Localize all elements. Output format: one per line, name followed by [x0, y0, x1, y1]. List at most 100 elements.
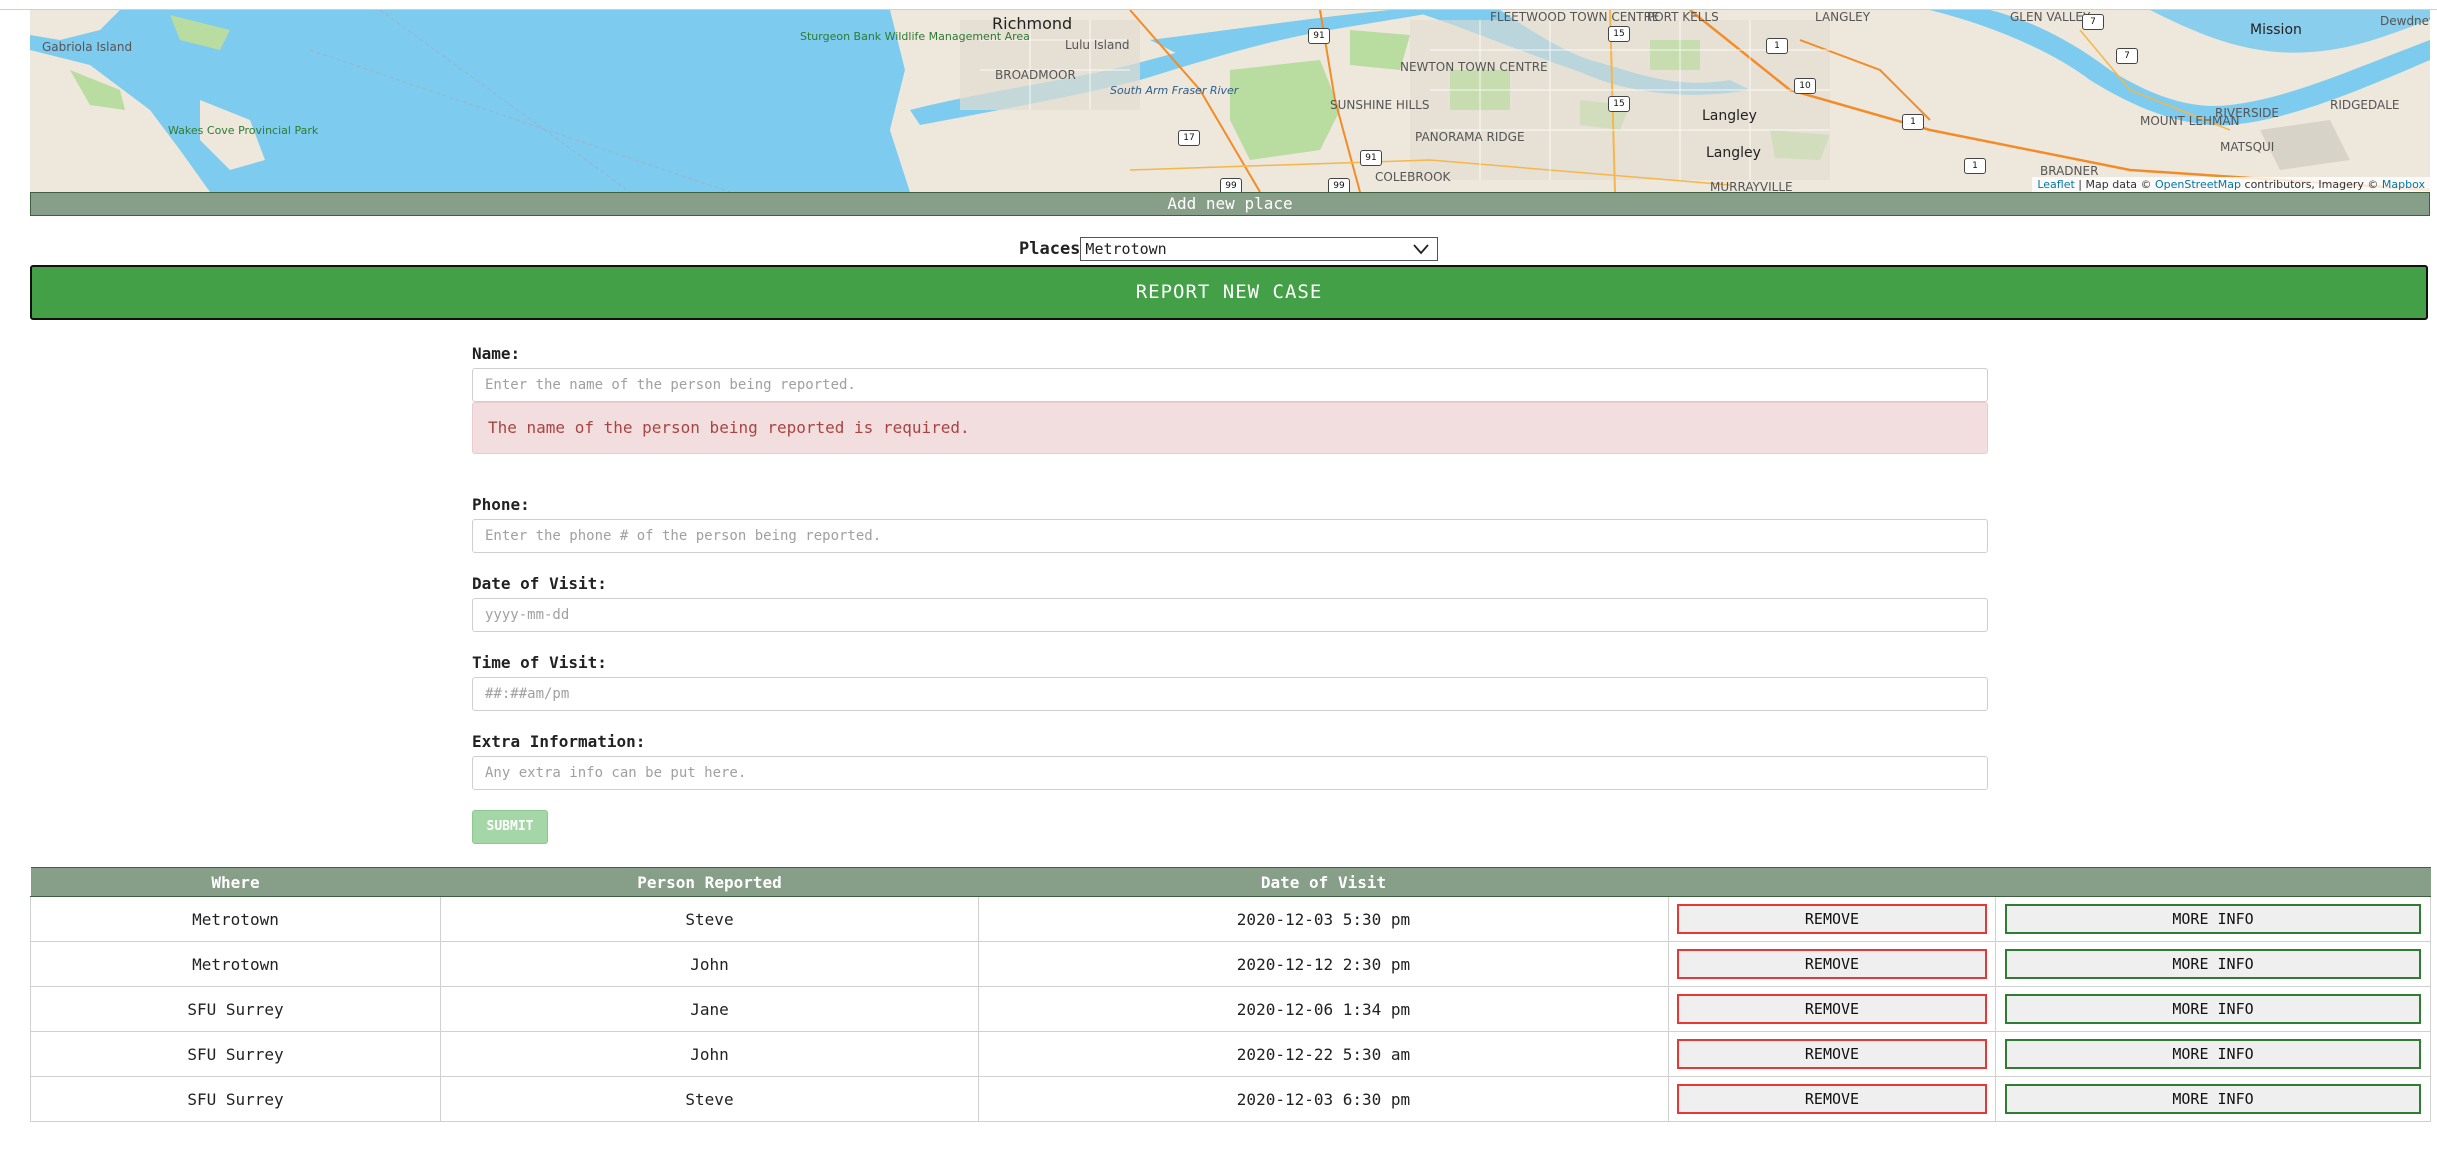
remove-button[interactable]: REMOVE — [1677, 949, 1987, 979]
cell-person: Jane — [440, 986, 979, 1032]
cell-person: John — [440, 941, 979, 987]
time-input[interactable] — [472, 677, 1988, 711]
table-row: Metrotown Steve 2020-12-03 5:30 pm REMOV… — [30, 896, 2431, 942]
places-select[interactable]: Metrotown — [1080, 237, 1439, 261]
cell-remove: REMOVE — [1668, 986, 1996, 1032]
map-label-broadmoor: BROADMOOR — [995, 68, 1076, 82]
map-label-fleetwood: FLEETWOOD TOWN CENTRE — [1490, 10, 1660, 24]
map-label-panorama-ridge: PANORAMA RIDGE — [1415, 130, 1525, 144]
highway-shield: 1 — [1766, 38, 1788, 54]
highway-shield: 99 — [1220, 178, 1242, 192]
table-row: Metrotown John 2020-12-12 2:30 pm REMOVE… — [30, 941, 2431, 987]
remove-button[interactable]: REMOVE — [1677, 1084, 1987, 1114]
cases-table: Where Person Reported Date of Visit Metr… — [30, 867, 2431, 1122]
map-label-sturgeon-bank: Sturgeon Bank Wildlife Management Area — [800, 30, 1030, 43]
header-remove — [1668, 867, 1996, 897]
extra-info-input[interactable] — [472, 756, 1988, 790]
cell-more-info: MORE INFO — [1995, 896, 2431, 942]
header-date-of-visit: Date of Visit — [978, 867, 1669, 897]
cell-remove: REMOVE — [1668, 896, 1996, 942]
cell-date: 2020-12-03 5:30 pm — [978, 896, 1669, 942]
map-label-newton: NEWTON TOWN CENTRE — [1400, 60, 1548, 74]
remove-button[interactable]: REMOVE — [1677, 904, 1987, 934]
extra-info-label: Extra Information: — [472, 732, 646, 751]
map-label-matsqui: MATSQUI — [2220, 140, 2275, 154]
map-label-langley-city: Langley — [1706, 145, 1761, 161]
highway-shield: 15 — [1608, 26, 1630, 42]
add-new-place-button[interactable]: Add new place — [30, 192, 2430, 216]
map-label-port-kells: PORT KELLS — [1647, 10, 1719, 24]
map-label-wakes-cove: Wakes Cove Provincial Park — [168, 124, 319, 137]
map[interactable]: Gabriola Island Wakes Cove Provincial Pa… — [30, 10, 2430, 192]
highway-shield: 1 — [1964, 158, 1986, 174]
highway-shield: 99 — [1328, 178, 1350, 192]
time-label: Time of Visit: — [472, 653, 607, 672]
more-info-button[interactable]: MORE INFO — [2005, 904, 2421, 934]
highway-shield: 10 — [1794, 78, 1816, 94]
more-info-button[interactable]: MORE INFO — [2005, 1084, 2421, 1114]
map-label-langley-top: LANGLEY — [1815, 10, 1871, 24]
highway-shield: 1 — [1902, 114, 1924, 130]
highway-shield: 15 — [1608, 96, 1630, 112]
cell-where: Metrotown — [30, 896, 441, 942]
places-selector: Places Metrotown — [1019, 236, 1439, 262]
more-info-button[interactable]: MORE INFO — [2005, 949, 2421, 979]
date-label: Date of Visit: — [472, 574, 607, 593]
map-label-mission: Mission — [2250, 22, 2302, 38]
cell-where: SFU Surrey — [30, 986, 441, 1032]
highway-shield: 7 — [2116, 48, 2138, 64]
name-error-alert: The name of the person being reported is… — [472, 402, 1988, 454]
header-more-info — [1995, 867, 2431, 897]
places-selected-value: Metrotown — [1085, 240, 1167, 258]
cell-remove: REMOVE — [1668, 1031, 1996, 1077]
phone-input[interactable] — [472, 519, 1988, 553]
map-label-ridgedale: RIDGEDALE — [2330, 98, 2400, 112]
table-header-row: Where Person Reported Date of Visit — [30, 867, 2431, 897]
name-input[interactable] — [472, 368, 1988, 402]
openstreetmap-link[interactable]: OpenStreetMap — [2155, 178, 2241, 191]
map-label-mount-lehman: MOUNT LEHMAN — [2140, 114, 2240, 128]
cell-more-info: MORE INFO — [1995, 1031, 2431, 1077]
header-person-reported: Person Reported — [440, 867, 979, 897]
cell-date: 2020-12-12 2:30 pm — [978, 941, 1669, 987]
cell-date: 2020-12-03 6:30 pm — [978, 1076, 1669, 1122]
mapbox-link[interactable]: Mapbox — [2382, 178, 2425, 191]
attribution-text: | Map data © — [2074, 178, 2155, 191]
map-label-sunshine-hills: SUNSHINE HILLS — [1330, 98, 1430, 112]
map-attribution: Leaflet | Map data © OpenStreetMap contr… — [2032, 177, 2430, 192]
map-label-langley: Langley — [1702, 108, 1757, 124]
table-row: SFU Surrey Steve 2020-12-03 6:30 pm REMO… — [30, 1076, 2431, 1122]
highway-shield: 91 — [1360, 150, 1382, 166]
chevron-down-icon — [1413, 244, 1430, 255]
map-label-colebrook: COLEBROOK — [1375, 170, 1451, 184]
map-label-richmond: Richmond — [992, 14, 1073, 33]
phone-label: Phone: — [472, 495, 530, 514]
map-label-murrayville: MURRAYVILLE — [1710, 180, 1793, 192]
cell-person: John — [440, 1031, 979, 1077]
map-label-bradner: BRADNER — [2040, 164, 2099, 178]
leaflet-link[interactable]: Leaflet — [2037, 178, 2074, 191]
highway-shield: 17 — [1178, 130, 1200, 146]
cell-where: SFU Surrey — [30, 1076, 441, 1122]
map-label-dewdney: Dewdney — [2380, 14, 2430, 28]
cell-date: 2020-12-22 5:30 am — [978, 1031, 1669, 1077]
map-label-gabriola: Gabriola Island — [42, 40, 133, 54]
cell-where: SFU Surrey — [30, 1031, 441, 1077]
highway-shield: 7 — [2082, 14, 2104, 30]
name-label: Name: — [472, 344, 521, 363]
cell-more-info: MORE INFO — [1995, 1076, 2431, 1122]
cell-person: Steve — [440, 1076, 979, 1122]
cell-remove: REMOVE — [1668, 1076, 1996, 1122]
cell-date: 2020-12-06 1:34 pm — [978, 986, 1669, 1032]
more-info-button[interactable]: MORE INFO — [2005, 994, 2421, 1024]
report-new-case-button[interactable]: REPORT NEW CASE — [30, 265, 2428, 320]
more-info-button[interactable]: MORE INFO — [2005, 1039, 2421, 1069]
remove-button[interactable]: REMOVE — [1677, 1039, 1987, 1069]
submit-button[interactable]: SUBMIT — [472, 810, 548, 844]
cell-person: Steve — [440, 896, 979, 942]
cell-more-info: MORE INFO — [1995, 941, 2431, 987]
date-input[interactable] — [472, 598, 1988, 632]
cell-where: Metrotown — [30, 941, 441, 987]
remove-button[interactable]: REMOVE — [1677, 994, 1987, 1024]
cell-remove: REMOVE — [1668, 941, 1996, 987]
